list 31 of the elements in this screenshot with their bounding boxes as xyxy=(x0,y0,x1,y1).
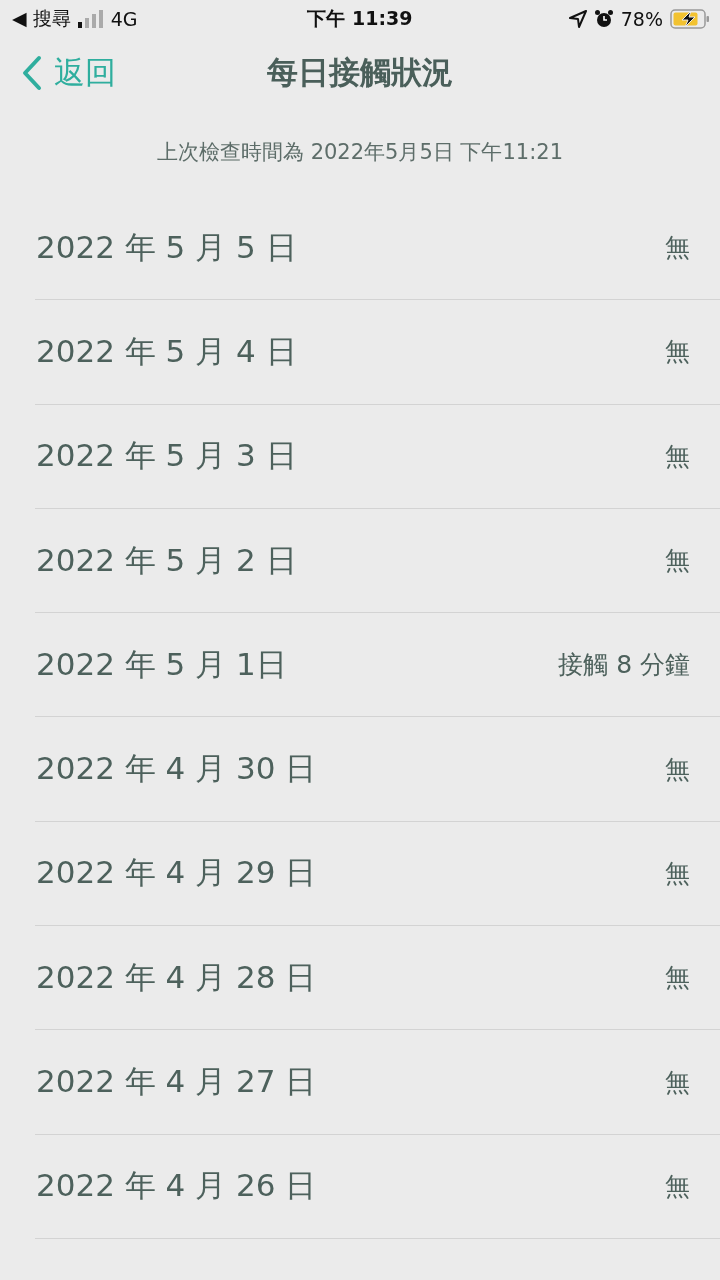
date-label: 2022 年 4 月 26 日 xyxy=(36,1166,317,1206)
date-label: 2022 年 4 月 29 日 xyxy=(36,853,317,893)
back-to-app-label[interactable]: ◀ 搜尋 xyxy=(12,6,71,32)
contact-status: 無 xyxy=(665,753,690,786)
last-checked-text: 上次檢查時間為 2022年5月5日 下午11:21 xyxy=(156,139,563,166)
contact-status: 接觸 8 分鐘 xyxy=(558,649,690,682)
page-title: 每日接觸狀況 xyxy=(267,53,453,92)
battery-percentage: 78% xyxy=(620,8,663,30)
date-label: 2022 年 5 月 3 日 xyxy=(36,436,297,476)
contact-status: 無 xyxy=(665,545,690,578)
date-label: 2022 年 5 月 1日 xyxy=(36,644,287,684)
date-label: 2022 年 4 月 30 日 xyxy=(36,749,317,789)
alarm-clock-icon xyxy=(593,9,614,29)
network-label: 4G xyxy=(110,8,138,30)
date-label: 2022 年 4 月 27 日 xyxy=(36,1062,317,1101)
contact-status: 無 xyxy=(665,962,690,995)
date-label: 2022 年 5 月 2 日 xyxy=(36,540,297,580)
contact-status: 無 xyxy=(665,1170,690,1203)
contact-status: 無 xyxy=(665,336,690,369)
chevron-left-icon xyxy=(22,55,42,91)
contact-status: 無 xyxy=(665,1066,690,1099)
date-label: 2022 年 5 月 5 日 xyxy=(36,227,297,267)
contact-status: 無 xyxy=(665,232,690,265)
clock: 下午 11:39 xyxy=(307,6,413,31)
battery-charging-icon xyxy=(670,9,710,29)
date-label: 2022 年 4 月 28 日 xyxy=(36,957,317,997)
contact-status: 無 xyxy=(665,857,690,890)
signal-icon xyxy=(77,10,104,28)
location-arrow-icon xyxy=(568,10,587,28)
date-label: 2022 年 5 月 4 日 xyxy=(36,331,297,371)
contact-status: 無 xyxy=(665,440,690,473)
